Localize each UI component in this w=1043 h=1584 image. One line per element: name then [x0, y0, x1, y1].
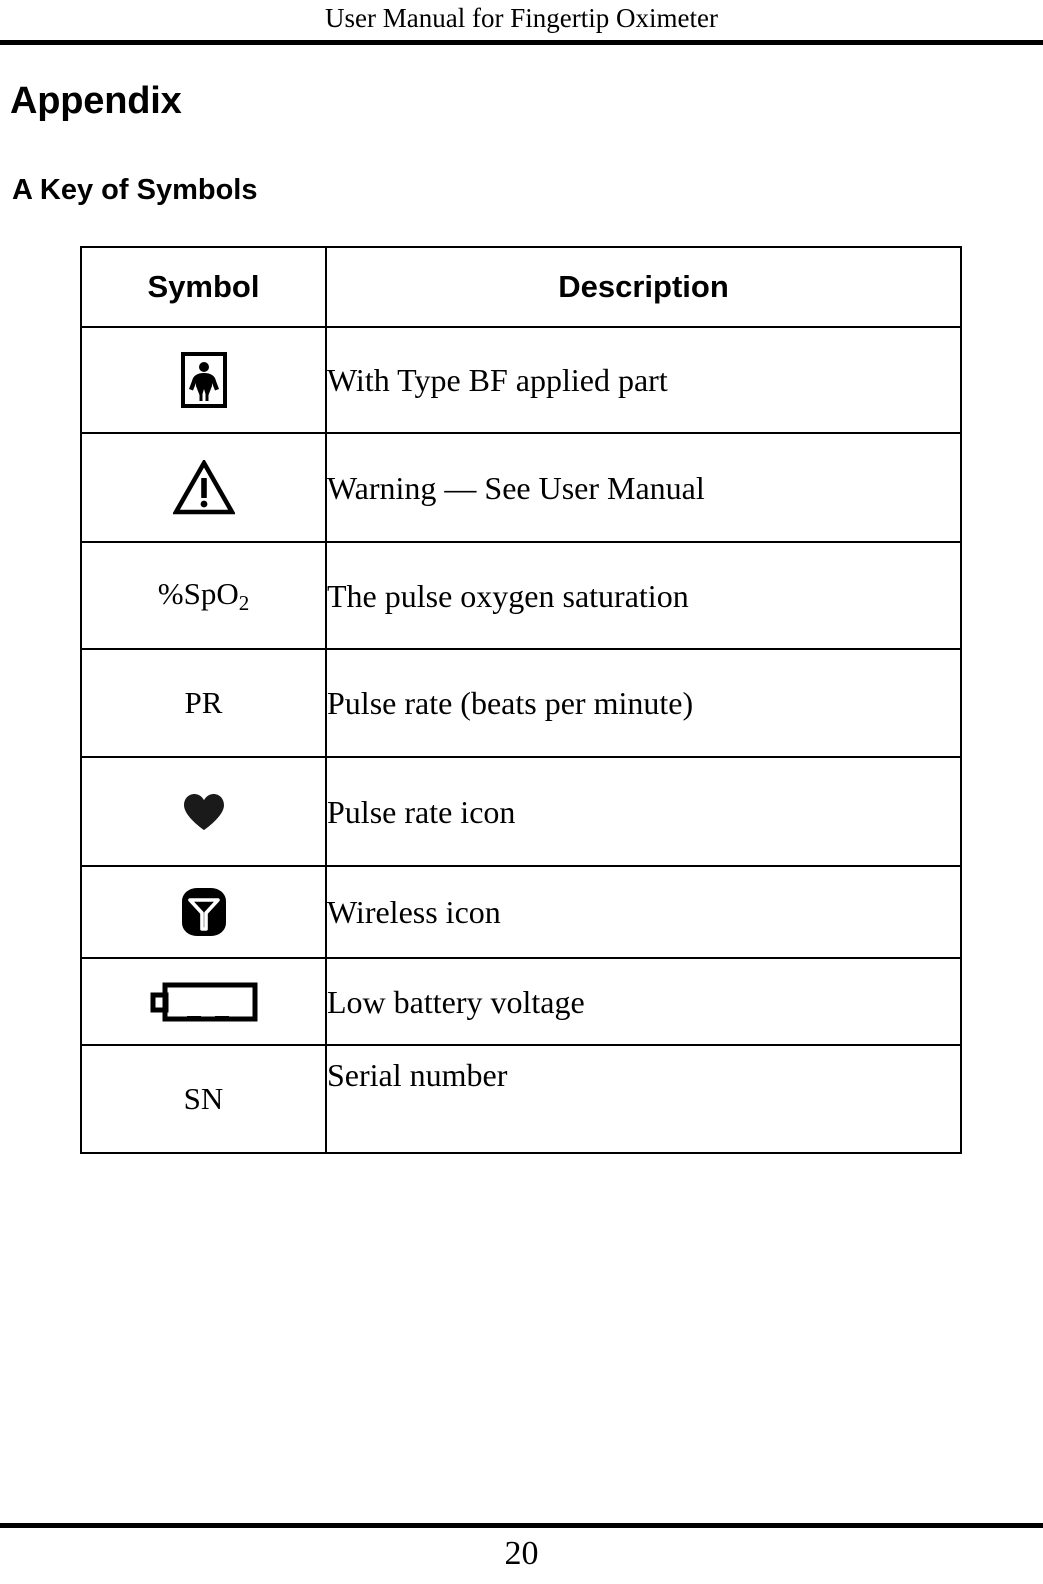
section-heading: A Key of Symbols [12, 174, 258, 206]
description-cell: The pulse oxygen saturation [325, 541, 962, 650]
subscript: 2 [238, 590, 250, 615]
description-cell: Wireless icon [325, 865, 962, 959]
symbol-cell [80, 756, 327, 867]
symbol-cell: SN [80, 1044, 327, 1154]
symbol-text: %SpO2 [157, 575, 250, 615]
table-row: Pulse rate icon [80, 756, 962, 867]
description-cell: Low battery voltage [325, 957, 962, 1046]
symbol-cell: PR [80, 648, 327, 758]
symbols-table: Symbol Description With Type BF applied … [80, 246, 962, 1154]
column-header-symbol: Symbol [80, 246, 327, 328]
document-page: User Manual for Fingertip Oximeter Appen… [0, 0, 1043, 1584]
symbol-cell [80, 957, 327, 1046]
type-bf-applied-part-icon [180, 352, 227, 408]
table-row: %SpO2 The pulse oxygen saturation [80, 541, 962, 650]
warning-triangle-icon [172, 459, 235, 514]
page-title: Appendix [10, 80, 182, 122]
symbol-cell [80, 326, 327, 434]
table-row: PR Pulse rate (beats per minute) [80, 648, 962, 758]
table-row: Warning — See User Manual [80, 432, 962, 543]
table-row: Low battery voltage [80, 957, 962, 1046]
description-cell: Pulse rate icon [325, 756, 962, 867]
symbol-cell [80, 865, 327, 959]
wireless-icon [181, 888, 226, 936]
description-text: Warning — See User Manual [327, 469, 705, 506]
table-row: SN Serial number [80, 1044, 962, 1154]
running-header-title: User Manual for Fingertip Oximeter [325, 3, 718, 33]
page-number: 20 [504, 1535, 539, 1572]
column-header-description: Description [325, 246, 962, 328]
table-row: Wireless icon [80, 865, 962, 959]
description-cell: Serial number [325, 1044, 962, 1154]
low-battery-icon [150, 982, 257, 1021]
symbol-cell [80, 432, 327, 543]
description-cell: Pulse rate (beats per minute) [325, 648, 962, 758]
heart-icon [183, 793, 224, 830]
table-header-row: Symbol Description [80, 246, 962, 328]
description-cell: Warning — See User Manual [325, 432, 962, 543]
footer-rule [0, 1523, 1043, 1528]
symbol-cell: %SpO2 [80, 541, 327, 650]
description-cell: With Type BF applied part [325, 326, 962, 434]
table-row: With Type BF applied part [80, 326, 962, 434]
header-rule [0, 40, 1043, 45]
